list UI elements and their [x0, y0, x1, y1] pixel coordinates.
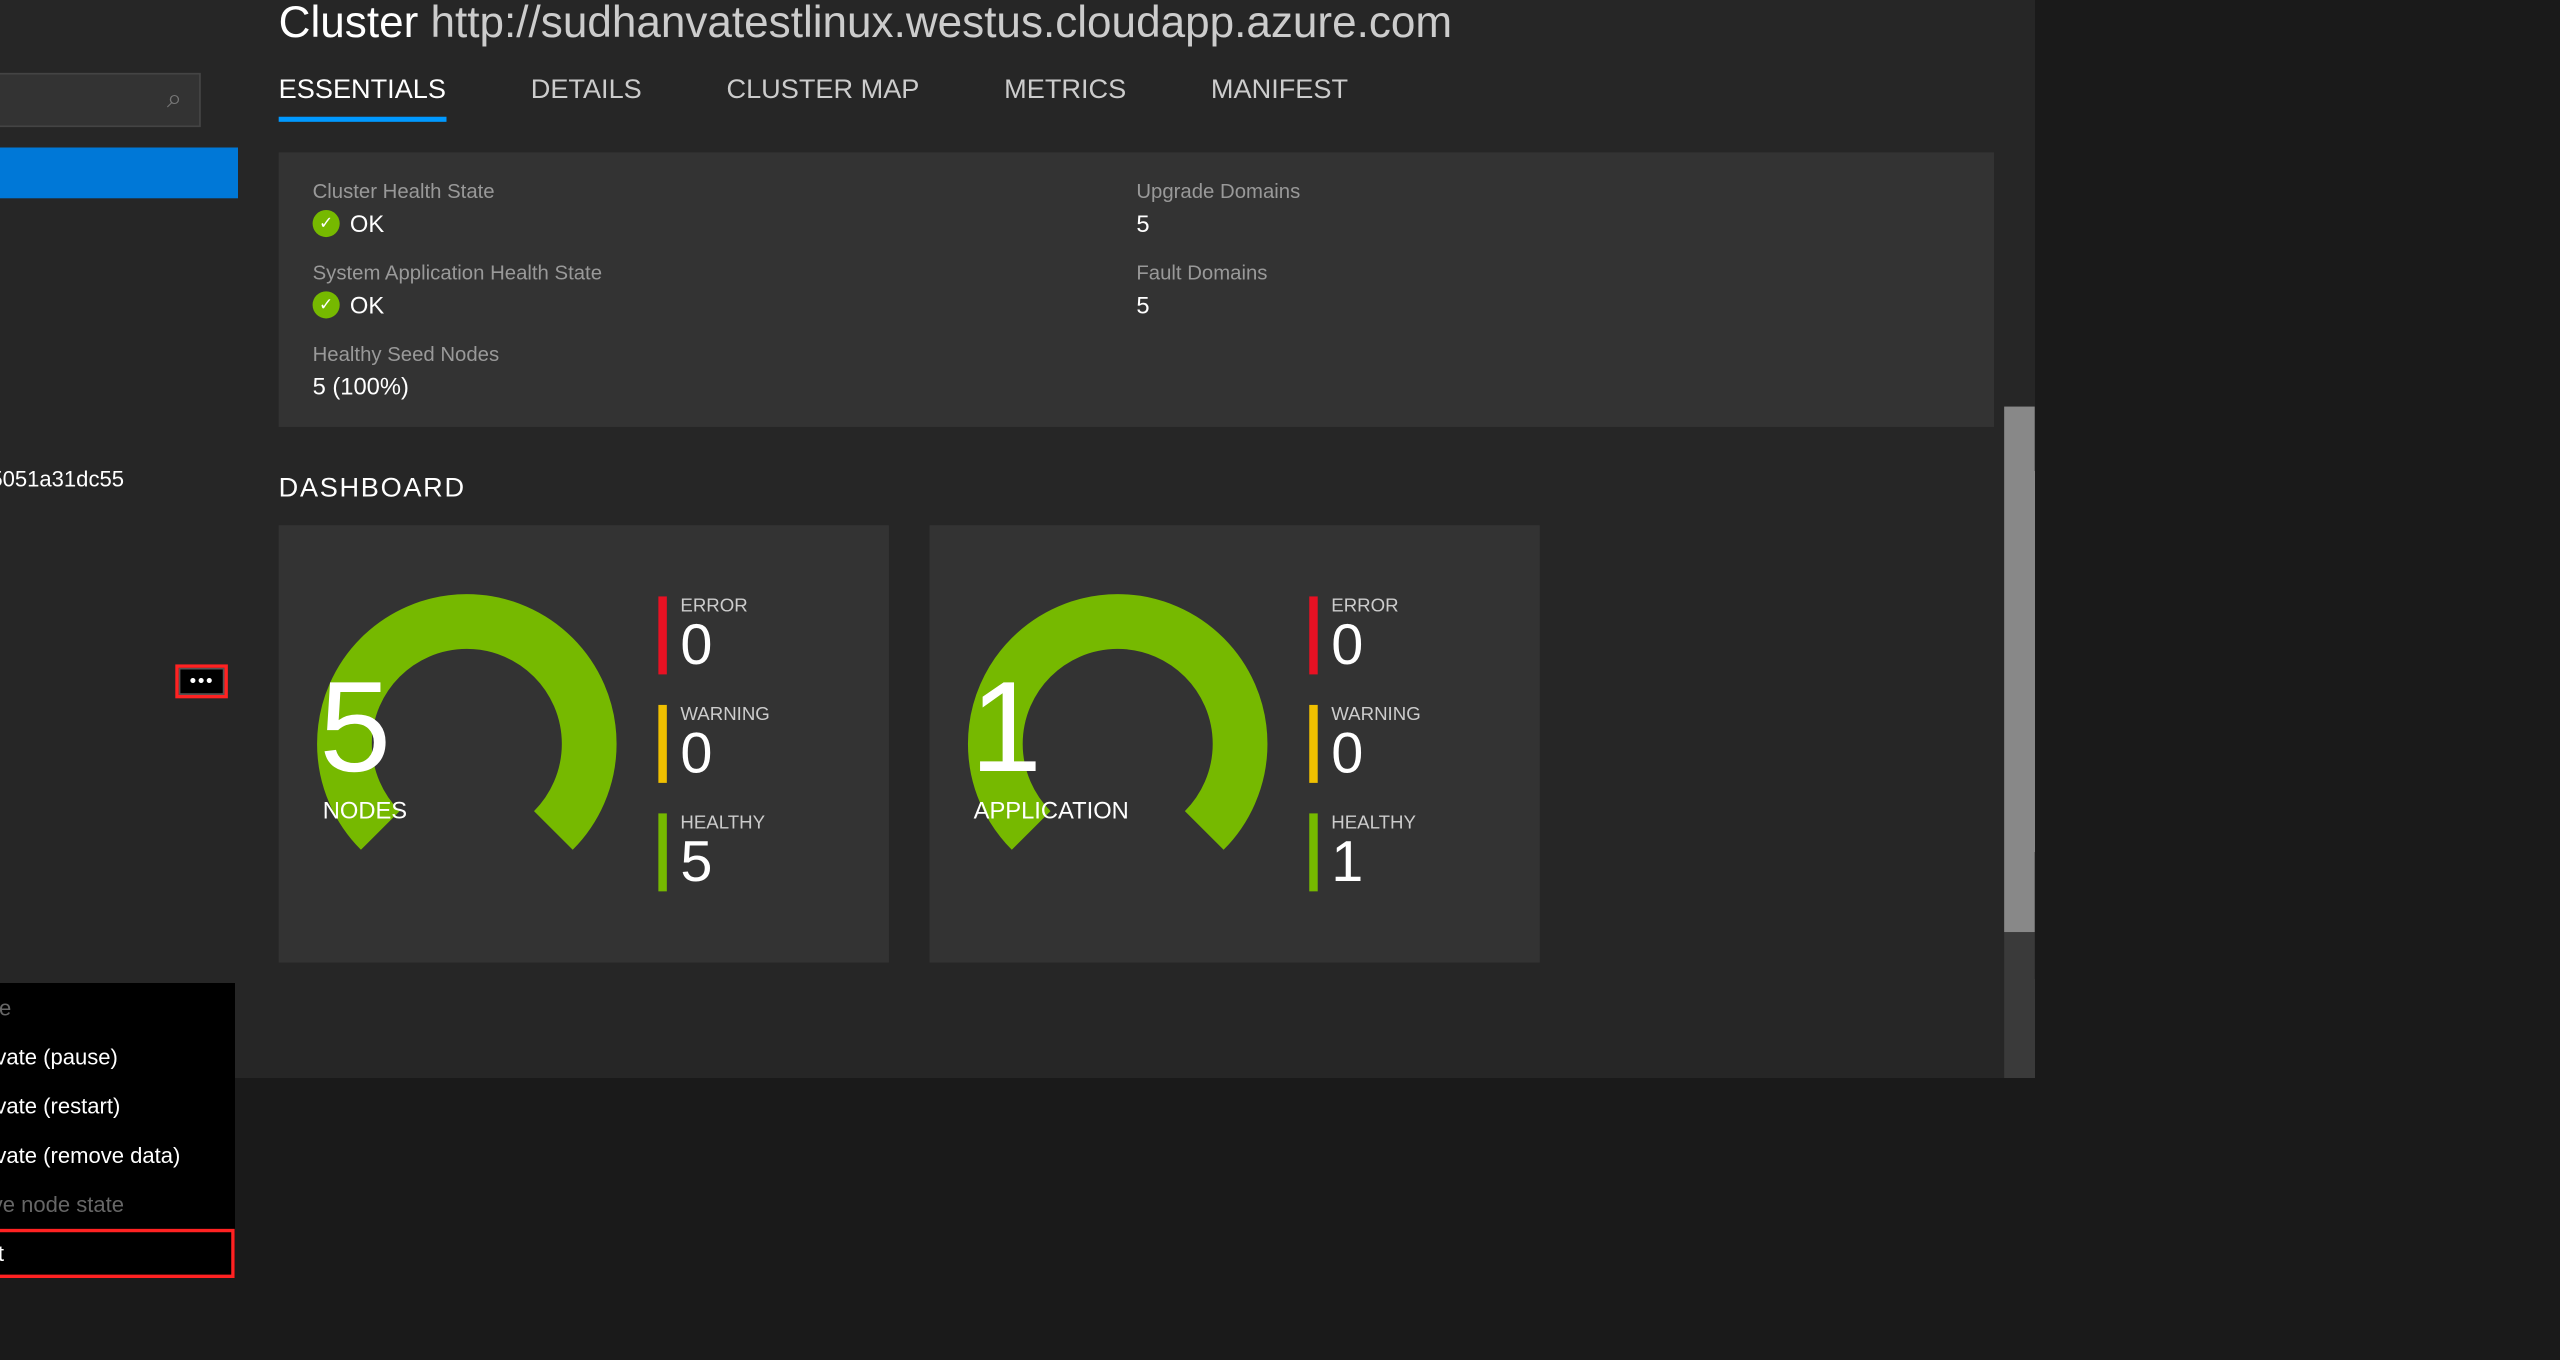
- tab-metrics[interactable]: METRICS: [1004, 76, 1126, 122]
- tree-nodetype0[interactable]: ›_nodetype_0: [0, 605, 238, 656]
- stat-error: ERROR0: [658, 597, 769, 675]
- nav-tree: ⌄Cluster ⌄Applications ⌄VotingType ⌄fabr…: [0, 147, 238, 1078]
- ctx-deactivate-pause[interactable]: Deactivate (pause): [0, 1032, 235, 1081]
- essentials-panel: Cluster Health State✓OK Upgrade Domains5…: [279, 153, 1994, 428]
- main-panel: Cluster http://sudhanvatestlinux.westus.…: [238, 0, 2035, 1078]
- sidebar: ✓OK ⚠Warning ✕Error ⌕ ⌄Cluster ⌄Applicat…: [0, 0, 238, 1078]
- dashboard-card-nodes: 5NODES ERROR0 WARNING0 HEALTHY5: [279, 525, 889, 962]
- tab-essentials[interactable]: ESSENTIALS: [279, 76, 446, 122]
- tab-cluster-map[interactable]: CLUSTER MAP: [727, 76, 920, 122]
- tree-nodetype2[interactable]: _nodetype_2: [0, 758, 238, 809]
- scrollbar[interactable]: [2004, 407, 2035, 1078]
- dashboard-heading: DASHBOARD: [279, 475, 1994, 506]
- tree-azurevoteback[interactable]: ›fabric:/Voting/azurevoteback: [0, 351, 238, 402]
- tab-manifest[interactable]: MANIFEST: [1211, 76, 1348, 122]
- stat-healthy: HEALTHY5: [658, 814, 769, 892]
- ess-healthy-seeds: Healthy Seed Nodes5 (100%): [313, 342, 1137, 400]
- tree-nodetype1[interactable]: ⌄_nodetype_1•••: [0, 656, 238, 707]
- ess-upgrade-domains: Upgrade Domains5: [1136, 180, 1960, 238]
- ctx-deactivate-restart[interactable]: Deactivate (restart): [0, 1081, 235, 1130]
- ctx-deactivate-remove[interactable]: Deactivate (remove data): [0, 1131, 235, 1180]
- detail-tabs: ESSENTIALS DETAILS CLUSTER MAP METRICS M…: [279, 76, 1994, 122]
- page-title: Cluster http://sudhanvatestlinux.westus.…: [279, 0, 1994, 49]
- ctx-remove-node-state[interactable]: Remove node state: [0, 1180, 235, 1229]
- tree-fabric-voting[interactable]: ⌄fabric:/Voting: [0, 300, 238, 351]
- ess-cluster-health: Cluster Health State✓OK: [313, 180, 1137, 238]
- tree-nodetype1-leaf[interactable]: _nodetype_1: [0, 503, 238, 554]
- context-menu: Activate Deactivate (pause) Deactivate (…: [0, 983, 235, 1278]
- search-input[interactable]: [0, 87, 157, 112]
- ess-system-app-health: System Application Health State✓OK: [313, 261, 1137, 319]
- tree-cluster[interactable]: ⌄Cluster: [0, 147, 238, 198]
- search-icon: ⌕: [167, 85, 182, 116]
- tree-nodetype4[interactable]: _nodetype_4: [0, 859, 238, 910]
- tree-nodes[interactable]: ⌄Nodes: [0, 554, 238, 605]
- stat-healthy: HEALTHY1: [1309, 814, 1420, 892]
- stat-error: ERROR0: [1309, 597, 1420, 675]
- ess-fault-domains: Fault Domains5: [1136, 261, 1960, 319]
- ctx-activate[interactable]: Activate: [0, 983, 235, 1032]
- tree-applications[interactable]: ⌄Applications: [0, 198, 238, 249]
- tree-guid[interactable]: ⌄49f9e4e1-a6d4-e54b-888f-05051a31dc55: [0, 453, 238, 504]
- tree-azurevotefront[interactable]: ⌄fabric:/Voting/azurevotefront: [0, 402, 238, 453]
- node-actions-button[interactable]: •••: [179, 668, 224, 695]
- tree-system[interactable]: ›System: [0, 910, 238, 961]
- tree-votingtype[interactable]: ⌄VotingType: [0, 249, 238, 300]
- dashboard-card-application: 1APPLICATION ERROR0 WARNING0 HEALTHY1: [930, 525, 1540, 962]
- ctx-restart[interactable]: Restart: [0, 1229, 235, 1278]
- search-cluster[interactable]: ⌕: [0, 73, 201, 127]
- tree-nodetype3[interactable]: _nodetype_3: [0, 808, 238, 859]
- tab-details[interactable]: DETAILS: [531, 76, 642, 122]
- tree-fabric-voting2[interactable]: ›fabric:/Voting: [0, 707, 238, 758]
